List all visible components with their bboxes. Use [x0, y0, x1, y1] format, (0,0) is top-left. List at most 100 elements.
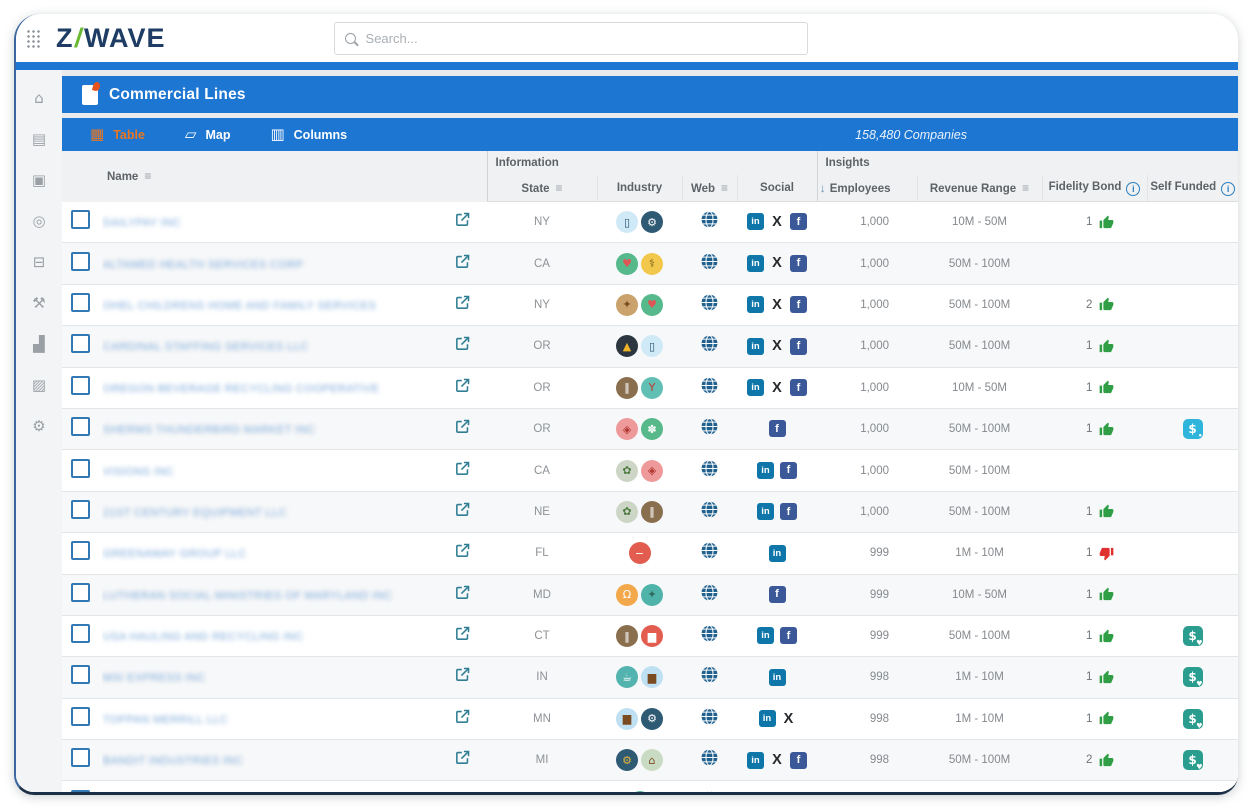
row-checkbox[interactable] [71, 210, 90, 229]
x-icon[interactable]: X [770, 296, 784, 313]
revenue-filter-icon[interactable] [1022, 181, 1029, 195]
analytics-icon[interactable]: ▟ [29, 334, 49, 354]
app-launcher-icon[interactable] [26, 29, 41, 48]
row-checkbox[interactable] [71, 541, 90, 560]
linkedin-icon[interactable]: in [747, 296, 764, 313]
open-external-icon[interactable] [454, 791, 471, 792]
facebook-icon[interactable]: f [769, 586, 786, 603]
row-checkbox[interactable] [71, 459, 90, 478]
linkedin-icon[interactable]: in [769, 545, 786, 562]
website-globe-icon[interactable] [700, 665, 719, 684]
linkedin-icon[interactable]: in [747, 379, 764, 396]
linkedin-icon[interactable]: in [747, 213, 764, 230]
facebook-icon[interactable]: f [790, 752, 807, 769]
facebook-icon[interactable]: f [790, 255, 807, 272]
row-checkbox[interactable] [71, 790, 90, 792]
self-funded-info-icon[interactable] [1221, 182, 1235, 196]
company-name-link[interactable]: VISIONS INC [103, 466, 174, 478]
facebook-icon[interactable]: f [780, 627, 797, 644]
tab-map[interactable]: ▱ Map [185, 127, 231, 142]
website-globe-icon[interactable] [700, 500, 719, 519]
open-external-icon[interactable] [454, 501, 471, 518]
linkedin-icon[interactable]: in [747, 338, 764, 355]
tab-table[interactable]: ▦ Table [90, 127, 145, 142]
website-globe-icon[interactable] [700, 459, 719, 478]
tools-icon[interactable]: ⚒ [29, 293, 49, 313]
website-globe-icon[interactable] [700, 334, 719, 353]
open-external-icon[interactable] [454, 542, 471, 559]
website-globe-icon[interactable] [700, 293, 719, 312]
facebook-icon[interactable]: f [790, 338, 807, 355]
target-icon[interactable]: ◎ [29, 211, 49, 231]
open-external-icon[interactable] [454, 418, 471, 435]
website-globe-icon[interactable] [700, 417, 719, 436]
company-name-link[interactable]: GREENAWAY GROUP LLC [103, 548, 247, 560]
company-name-link[interactable]: OHEL CHILDRENS HOME AND FAMILY SERVICES [103, 300, 376, 312]
open-external-icon[interactable] [454, 377, 471, 394]
company-name-link[interactable]: CARDINAL STAFFING SERVICES LLC [103, 341, 309, 353]
company-name-link[interactable]: TOPPAN MERRILL LLC [103, 714, 228, 726]
web-filter-icon[interactable] [721, 181, 728, 195]
website-globe-icon[interactable] [700, 748, 719, 767]
x-icon[interactable]: X [770, 213, 784, 230]
home-icon[interactable]: ⌂ [29, 88, 49, 108]
linkedin-icon[interactable]: in [769, 669, 786, 686]
billing-icon[interactable]: ⊟ [29, 252, 49, 272]
resources-icon[interactable]: ▨ [29, 375, 49, 395]
open-external-icon[interactable] [454, 666, 471, 683]
linkedin-icon[interactable]: in [747, 752, 764, 769]
settings-icon[interactable]: ⚙ [29, 416, 49, 436]
linkedin-icon[interactable]: in [757, 462, 774, 479]
open-external-icon[interactable] [454, 294, 471, 311]
facebook-icon[interactable]: f [790, 213, 807, 230]
open-external-icon[interactable] [454, 253, 471, 270]
state-filter-icon[interactable] [556, 181, 563, 195]
linkedin-icon[interactable]: in [757, 503, 774, 520]
linkedin-icon[interactable]: in [757, 627, 774, 644]
facebook-icon[interactable]: f [769, 420, 786, 437]
x-icon[interactable]: X [770, 255, 784, 272]
search-input[interactable] [364, 30, 797, 47]
facebook-icon[interactable]: f [780, 503, 797, 520]
facebook-icon[interactable]: f [790, 296, 807, 313]
row-checkbox[interactable] [71, 748, 90, 767]
facebook-icon[interactable]: f [780, 462, 797, 479]
company-name-link[interactable]: LUTHERAN SOCIAL MINISTRIES OF MARYLAND I… [103, 590, 392, 602]
website-globe-icon[interactable] [700, 707, 719, 726]
x-icon[interactable]: X [770, 338, 784, 355]
x-icon[interactable]: X [782, 710, 796, 727]
x-icon[interactable]: X [770, 379, 784, 396]
row-checkbox[interactable] [71, 707, 90, 726]
open-external-icon[interactable] [454, 584, 471, 601]
x-icon[interactable]: X [770, 752, 784, 769]
linkedin-icon[interactable]: in [747, 255, 764, 272]
website-globe-icon[interactable] [700, 376, 719, 395]
company-name-link[interactable]: 21ST CENTURY EQUIPMENT LLC [103, 507, 287, 519]
website-globe-icon[interactable] [700, 541, 719, 560]
open-external-icon[interactable] [454, 460, 471, 477]
row-checkbox[interactable] [71, 624, 90, 643]
global-search[interactable] [334, 22, 808, 55]
company-name-link[interactable]: BANDIT INDUSTRIES INC [103, 755, 243, 767]
open-external-icon[interactable] [454, 708, 471, 725]
company-name-link[interactable]: MSI EXPRESS INC [103, 672, 206, 684]
linkedin-icon[interactable]: in [759, 710, 776, 727]
website-globe-icon[interactable] [700, 790, 719, 792]
row-checkbox[interactable] [71, 665, 90, 684]
row-checkbox[interactable] [71, 500, 90, 519]
sort-descending-icon[interactable] [820, 181, 826, 195]
open-external-icon[interactable] [454, 749, 471, 766]
open-external-icon[interactable] [454, 625, 471, 642]
company-name-link[interactable]: USA HAULING AND RECYCLING INC [103, 631, 303, 643]
company-name-link[interactable]: OREGON BEVERAGE RECYCLING COOPERATIVE [103, 383, 379, 395]
row-checkbox[interactable] [71, 417, 90, 436]
fidelity-info-icon[interactable] [1126, 182, 1140, 196]
company-name-link[interactable]: SHERMS THUNDERBIRD MARKET INC [103, 424, 315, 436]
row-checkbox[interactable] [71, 334, 90, 353]
open-external-icon[interactable] [454, 335, 471, 352]
company-name-link[interactable]: DAILYPAY INC [103, 217, 181, 229]
website-globe-icon[interactable] [700, 210, 719, 229]
name-filter-icon[interactable] [144, 169, 151, 183]
contacts-icon[interactable]: ▤ [29, 129, 49, 149]
documents-icon[interactable]: ▣ [29, 170, 49, 190]
